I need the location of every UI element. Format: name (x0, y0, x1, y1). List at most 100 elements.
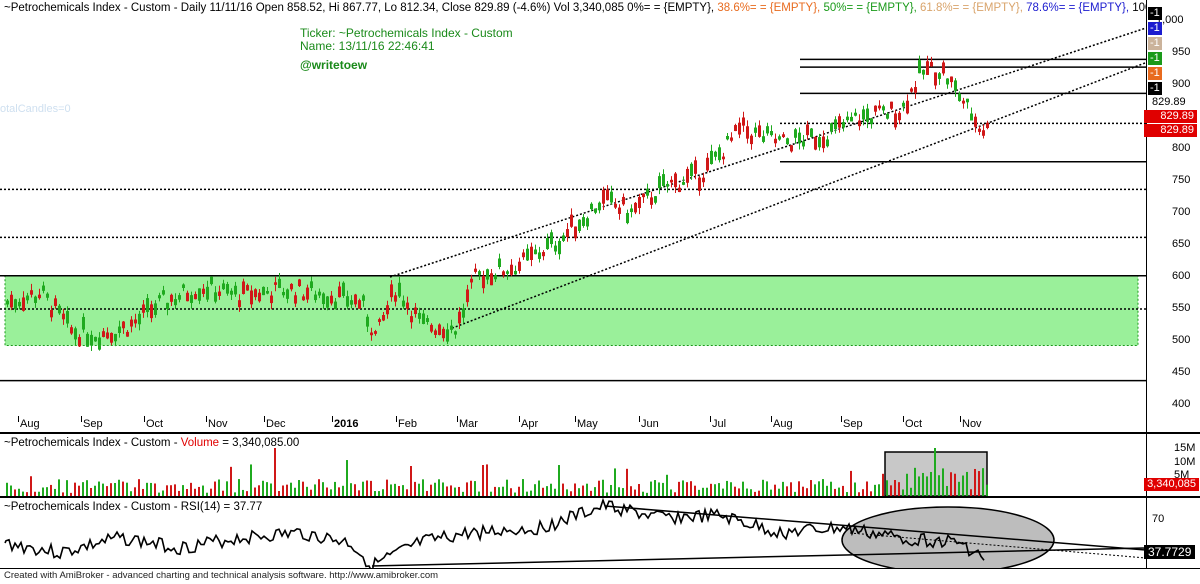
volume-bar (362, 481, 364, 496)
panel-divider-3 (0, 568, 1200, 569)
volume-bar (114, 483, 116, 496)
month-tick (264, 416, 265, 422)
candle-body (874, 105, 877, 112)
volume-bar (322, 482, 324, 496)
volume-bar (682, 480, 684, 496)
candle-body (350, 300, 353, 305)
volume-bar (446, 486, 448, 496)
volume-bar (50, 484, 52, 496)
price-tick: 650 (1172, 238, 1191, 250)
volume-bar (678, 481, 680, 496)
candle-body (894, 113, 897, 128)
candle-body (30, 290, 33, 295)
price-tick: 800 (1172, 142, 1191, 154)
header-prefix: ~Petrochemicals Index - Custom - Daily 1… (4, 2, 718, 14)
candle-body (666, 183, 669, 187)
twitter-handle: @writetoew (300, 58, 368, 72)
volume-bar (982, 468, 984, 496)
candle-body (446, 329, 449, 342)
month-tick (960, 416, 961, 422)
volume-bar (274, 448, 276, 496)
volume-bar (778, 488, 780, 496)
name-line: Name: 13/11/16 22:46:41 (300, 39, 435, 53)
candle-body (594, 208, 597, 213)
candle-body (322, 293, 325, 305)
price-chart[interactable] (0, 0, 1146, 432)
candle-body (230, 290, 233, 295)
candle-body (890, 101, 893, 109)
candle-body (10, 294, 13, 308)
volume-bar (810, 480, 812, 496)
volume-bar (150, 482, 152, 496)
volume-bar (774, 484, 776, 496)
candle-body (82, 316, 85, 330)
fib-tag: -1 (1148, 52, 1162, 65)
candle-body (786, 138, 789, 145)
volume-tick: 15M (1174, 442, 1196, 454)
volume-bar (734, 486, 736, 496)
month-tick (144, 416, 145, 422)
volume-bar (958, 481, 960, 496)
volume-bar (718, 483, 720, 496)
volume-bar (454, 487, 456, 496)
price-tick: 500 (1172, 334, 1191, 346)
month-tick (710, 416, 711, 422)
volume-bar (742, 481, 744, 496)
volume-bar (842, 485, 844, 496)
volume-bar (562, 483, 564, 496)
month-label: May (577, 418, 598, 430)
volume-bar (254, 487, 256, 496)
candle-body (982, 130, 985, 136)
volume-bar (510, 488, 512, 496)
volume-bar (74, 482, 76, 496)
month-label: Oct (905, 418, 923, 430)
fib-tag: -1 (1148, 67, 1162, 80)
candle-body (278, 278, 281, 288)
candle-body (86, 333, 89, 347)
month-label: Aug (20, 418, 40, 430)
header-fib38: 38.6%= = {EMPTY}, (717, 2, 824, 14)
candle-body (478, 271, 481, 275)
candle-body (94, 336, 97, 342)
volume-bar (10, 485, 12, 496)
candle-body (526, 248, 529, 261)
volume-bar (182, 485, 184, 496)
volume-bar (142, 488, 144, 496)
candle-body (50, 310, 53, 318)
candle-body (294, 295, 297, 304)
volume-bar (54, 488, 56, 496)
candle-body (698, 177, 701, 191)
candle-body (242, 281, 245, 294)
candle-body (882, 106, 885, 111)
volume-title-value: = 3,340,085.00 (219, 437, 300, 449)
price-header: ~Petrochemicals Index - Custom - Daily 1… (4, 2, 1200, 14)
rsi-tick-70: 70 (1152, 513, 1165, 525)
volume-bar (198, 486, 200, 496)
volume-bar (726, 480, 728, 496)
candle-body (54, 298, 57, 306)
candle-body (726, 136, 729, 140)
month-tick (457, 416, 458, 422)
candle-body (842, 122, 845, 128)
candle-body (146, 298, 149, 313)
candle-body (218, 291, 221, 296)
volume-bar (154, 483, 156, 496)
candle-body (614, 203, 617, 208)
header-fib78: 78.6%= = {EMPTY}, (1026, 2, 1133, 14)
candle-body (686, 168, 689, 183)
volume-bar (226, 481, 228, 496)
candle-body (434, 330, 437, 335)
candle-body (926, 61, 929, 75)
volume-bar (106, 486, 108, 496)
candle-body (154, 303, 157, 315)
candle-body (306, 287, 309, 300)
month-label: Nov (208, 418, 228, 430)
month-label: Feb (398, 418, 417, 430)
candle-body (122, 321, 125, 329)
volume-bar (802, 486, 804, 496)
volume-bar (654, 480, 656, 496)
volume-bar (738, 488, 740, 496)
candle-body (706, 157, 709, 171)
month-tick (81, 416, 82, 422)
volume-bar (170, 485, 172, 496)
